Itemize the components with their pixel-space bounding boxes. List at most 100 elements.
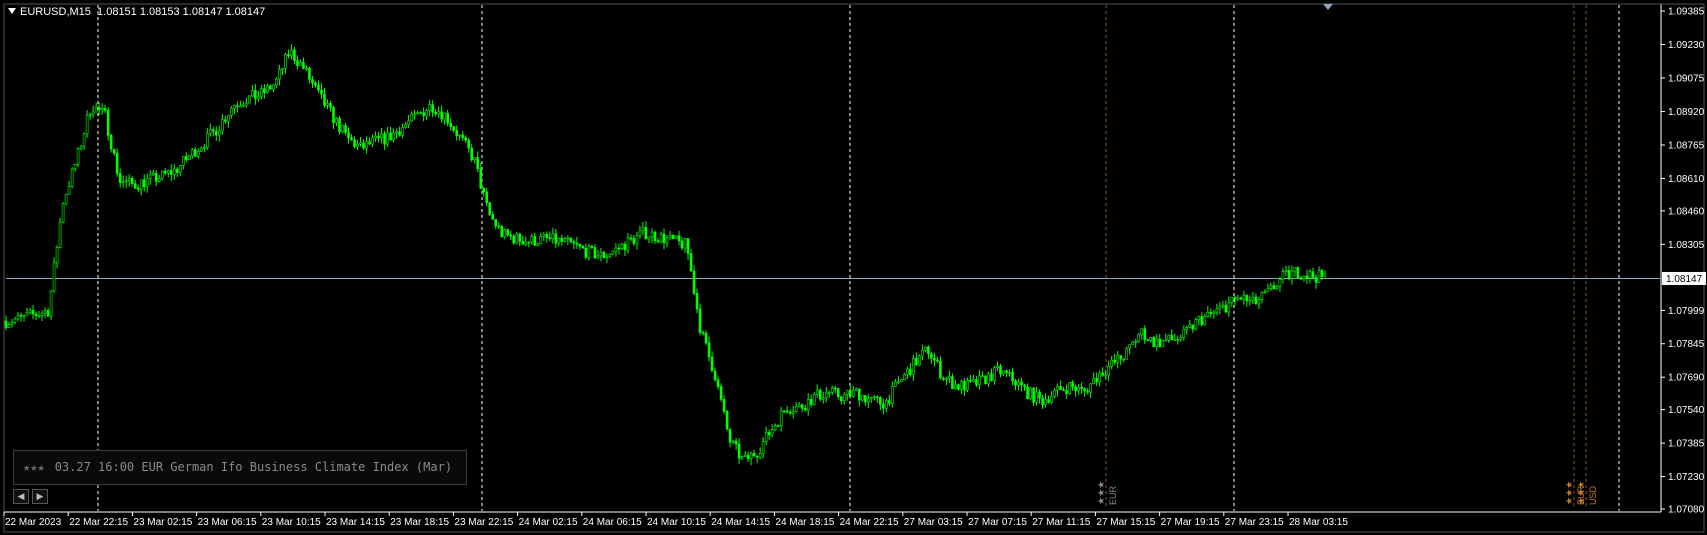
candle-body xyxy=(587,245,591,258)
candle-body xyxy=(800,404,804,409)
candle-body xyxy=(1146,339,1150,342)
news-panel: ★★★ 03.27 16:00 EUR German Ifo Business C… xyxy=(13,450,467,485)
y-tick-label: 1.09385 xyxy=(1668,7,1705,18)
candle-body xyxy=(1209,311,1213,314)
candle-body xyxy=(287,54,290,57)
x-tick-label: 27 Mar 15:15 xyxy=(1096,517,1155,528)
candle-body xyxy=(127,178,131,182)
candle-body xyxy=(827,392,831,394)
candle-body xyxy=(13,318,17,323)
candle-body xyxy=(1233,297,1237,300)
y-tick-label: 1.08765 xyxy=(1668,140,1705,151)
ohlc-values: 1.08151 1.08153 1.08147 1.08147 xyxy=(97,6,266,18)
candle-body xyxy=(109,134,113,150)
candle-body xyxy=(960,381,963,390)
dropdown-triangle-icon[interactable] xyxy=(8,8,16,14)
candle-body xyxy=(879,397,882,405)
candle-body xyxy=(245,102,248,106)
candle-body xyxy=(599,252,603,257)
candle-body xyxy=(930,353,933,359)
y-tick-label: 1.08920 xyxy=(1668,107,1705,118)
candle-body xyxy=(1320,270,1324,277)
candle-body xyxy=(371,137,374,145)
candle-body xyxy=(196,150,200,157)
candle-body xyxy=(206,133,209,148)
candle-body xyxy=(915,358,918,366)
candle-body xyxy=(1227,302,1231,313)
candle-body xyxy=(479,168,483,189)
candle-body xyxy=(987,373,990,385)
candle-body xyxy=(242,104,245,107)
candle-body xyxy=(344,125,347,133)
candle-body xyxy=(701,332,705,334)
candle-body xyxy=(133,183,137,189)
candle-body xyxy=(1095,378,1098,383)
candle-body xyxy=(1197,316,1201,320)
candle-body xyxy=(993,367,996,381)
x-tick-label: 27 Mar 11:15 xyxy=(1032,517,1091,528)
x-tick-label: 22 Mar 2023 xyxy=(5,517,62,528)
arrow-left-icon: ◀ xyxy=(17,492,25,502)
candle-body xyxy=(1056,386,1059,391)
candle-body xyxy=(296,60,299,66)
candle-body xyxy=(812,394,816,405)
candle-body xyxy=(31,310,35,315)
candle-body xyxy=(236,105,239,107)
candle-body xyxy=(356,143,359,148)
candle-body xyxy=(239,105,242,108)
candle-body xyxy=(1002,370,1005,375)
candle-body xyxy=(1230,297,1234,304)
candle-body xyxy=(1020,381,1023,386)
candle-body xyxy=(698,308,702,333)
candle-body xyxy=(251,90,254,97)
candle-body xyxy=(476,157,480,170)
news-prev-button[interactable]: ◀ xyxy=(13,489,29,504)
candle-body xyxy=(918,355,921,366)
candle-body xyxy=(383,133,386,145)
candle-body xyxy=(1260,292,1264,300)
y-tick-label: 1.07540 xyxy=(1668,405,1705,416)
candle-body xyxy=(722,399,726,412)
svg-text:1.08147: 1.08147 xyxy=(1666,274,1703,285)
candle-body xyxy=(1176,339,1180,341)
candle-body xyxy=(1023,384,1026,388)
y-tick-label: 1.07999 xyxy=(1668,306,1705,317)
candle-body xyxy=(386,132,389,145)
candle-body xyxy=(854,388,858,391)
candle-body xyxy=(1035,391,1038,403)
candle-body xyxy=(40,312,44,316)
candle-body xyxy=(1296,267,1300,279)
candle-body xyxy=(473,157,477,161)
candle-body xyxy=(175,168,179,173)
candle-body xyxy=(209,129,212,134)
candle-body xyxy=(455,130,458,137)
candle-body xyxy=(34,313,38,316)
y-tick-label: 1.07080 xyxy=(1668,505,1705,516)
candle-body xyxy=(157,178,161,182)
candle-body xyxy=(797,404,801,407)
candle-body xyxy=(257,95,260,99)
candle-body xyxy=(803,408,807,411)
candle-body xyxy=(82,133,86,147)
candle-body xyxy=(683,238,687,249)
candle-body xyxy=(644,227,648,240)
candle-body xyxy=(332,107,335,124)
candle-body xyxy=(446,112,449,124)
candle-body xyxy=(779,410,783,427)
candle-body xyxy=(999,365,1002,375)
candle-body xyxy=(981,375,984,377)
candle-body xyxy=(467,139,471,149)
candle-body xyxy=(734,440,738,445)
candle-body xyxy=(713,370,717,381)
event-currency: EUR xyxy=(1108,485,1118,505)
news-next-button[interactable]: ▶ xyxy=(32,489,48,504)
candle-body xyxy=(945,377,948,380)
candle-body xyxy=(605,255,609,259)
x-tick-label: 24 Mar 22:15 xyxy=(840,517,899,528)
candle-body xyxy=(263,88,266,93)
shift-marker-icon[interactable] xyxy=(1323,4,1333,10)
candle-body xyxy=(650,231,654,238)
candle-body xyxy=(972,379,975,382)
candle-body xyxy=(1218,305,1222,310)
candle-body xyxy=(758,452,762,458)
